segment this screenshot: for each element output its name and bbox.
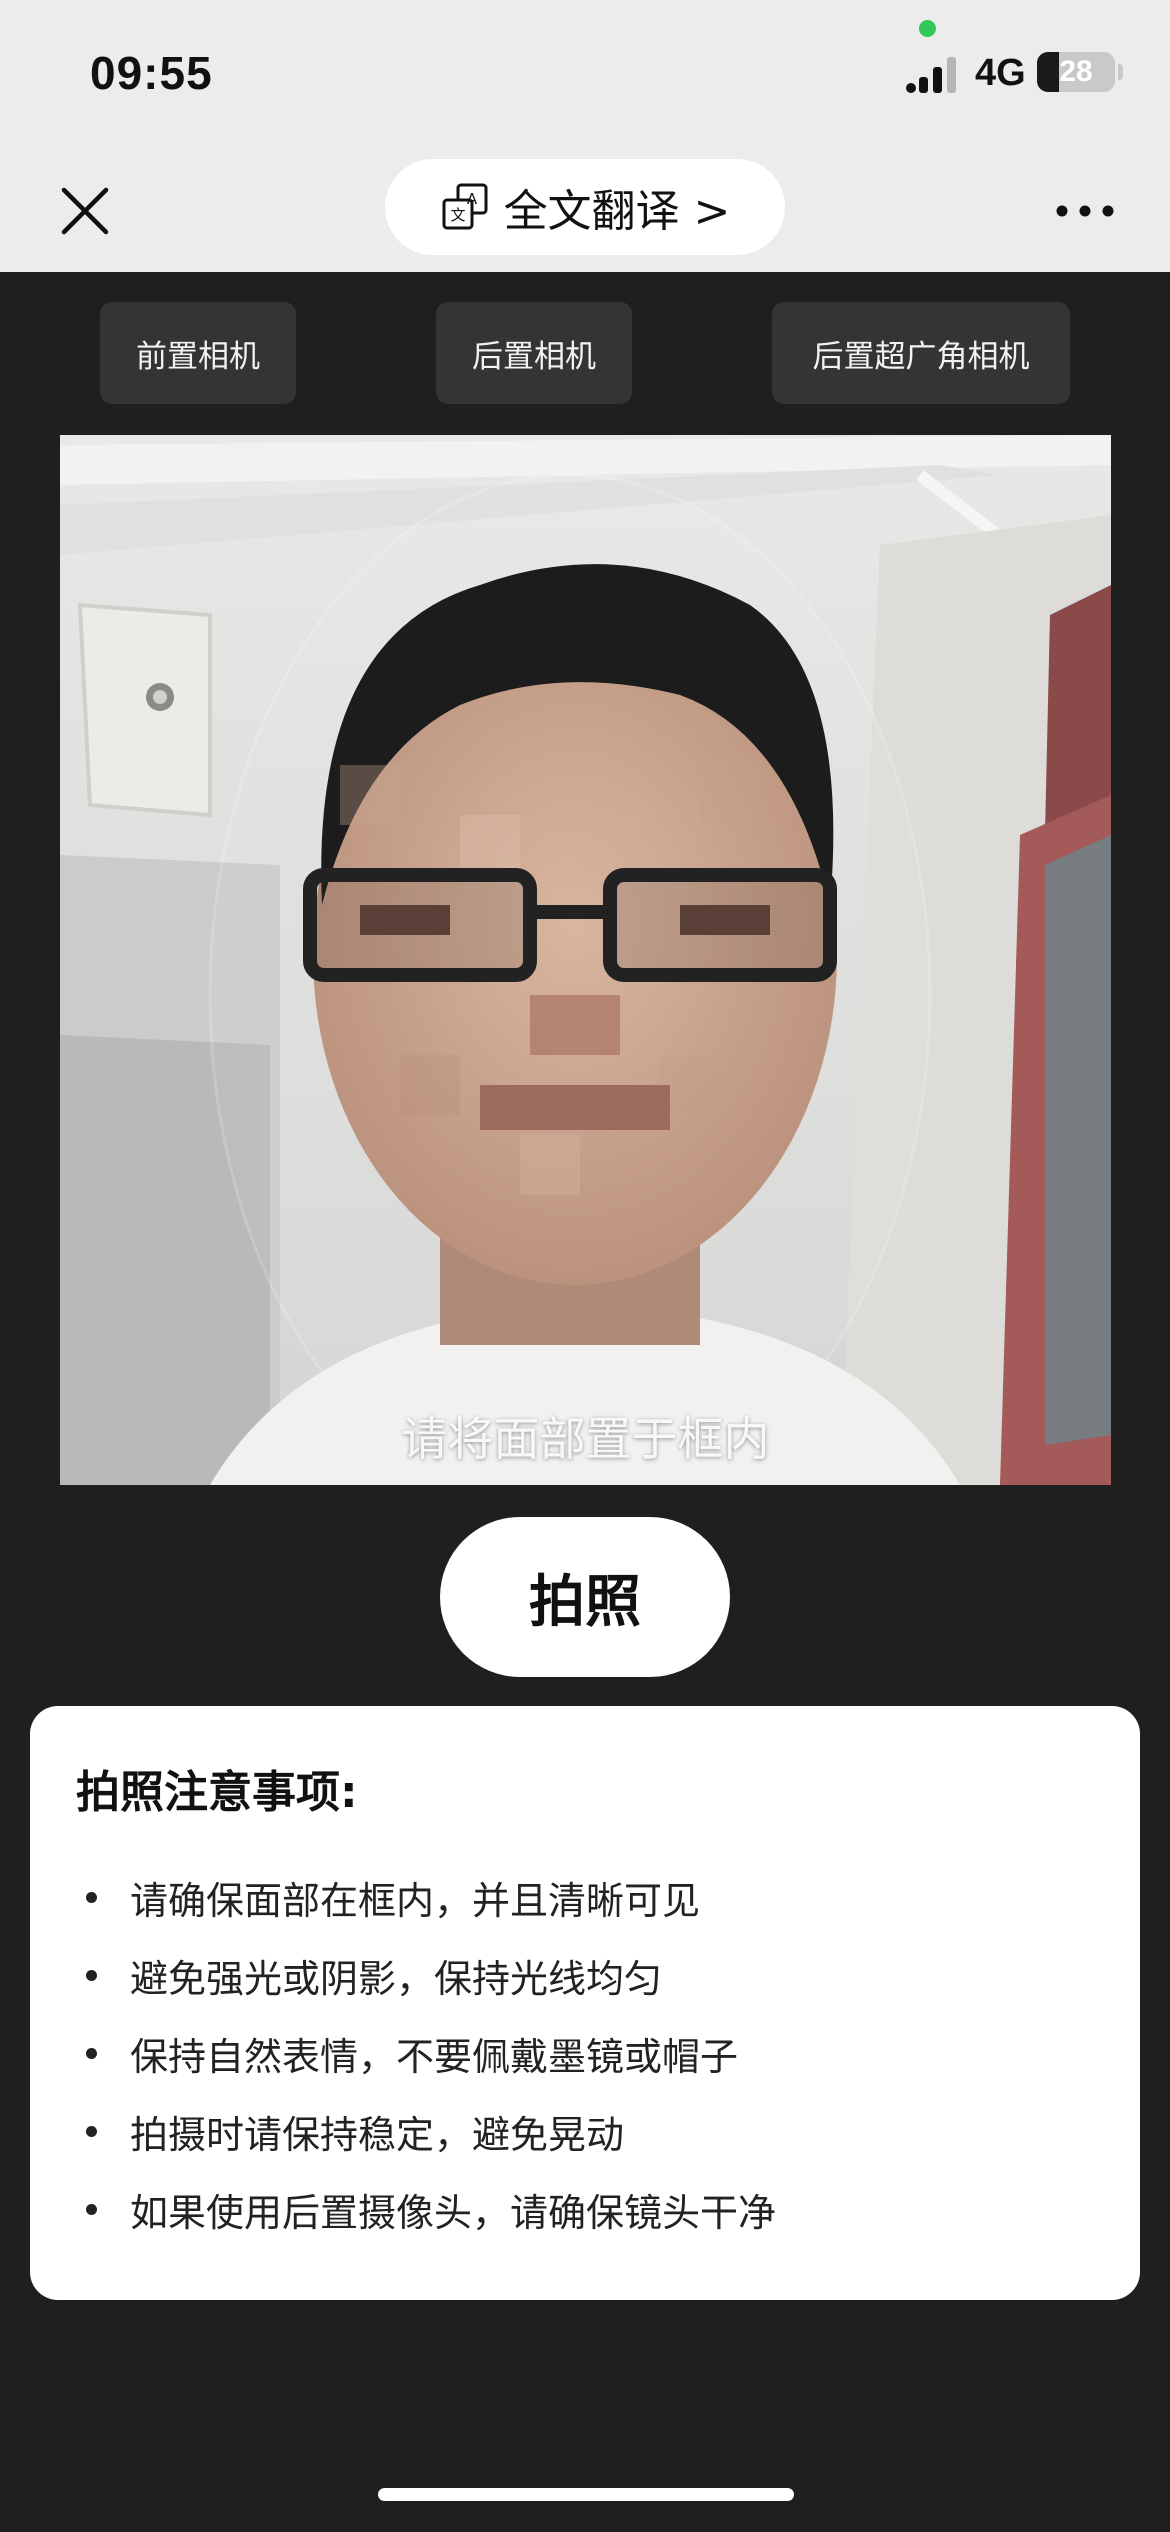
camera-feed-image <box>60 435 1111 1485</box>
translate-label: 全文翻译 > <box>503 186 731 237</box>
camera-preview: 请将面部置于框内 <box>60 435 1111 1485</box>
bullet-icon <box>86 1891 97 1903</box>
list-item: 保持自然表情，不要佩戴墨镜或帽子 <box>86 2014 776 2092</box>
rear-camera-button[interactable]: 后置相机 <box>436 302 632 404</box>
tip-text: 如果使用后置摄像头，请确保镜头干净 <box>130 2190 777 2235</box>
nav-bar: A 文 全文翻译 > <box>0 150 1170 272</box>
tips-list: 请确保面部在框内，并且清晰可见 避免强光或阴影，保持光线均匀 保持自然表情，不要… <box>86 1858 776 2248</box>
bullet-icon <box>86 1969 97 1981</box>
full-text-translate-button[interactable]: A 文 全文翻译 > <box>385 159 785 255</box>
bullet-icon <box>86 2203 97 2215</box>
more-button[interactable] <box>1050 176 1120 246</box>
network-type: 4G <box>975 52 1026 94</box>
bullet-icon <box>86 2047 97 2059</box>
rear-ultrawide-camera-button[interactable]: 后置超广角相机 <box>772 302 1070 404</box>
close-button[interactable] <box>50 176 120 246</box>
list-item: 如果使用后置摄像头，请确保镜头干净 <box>86 2170 776 2248</box>
battery-tip <box>1118 64 1123 80</box>
svg-text:文: 文 <box>450 206 465 224</box>
status-bar: 09:55 4G 28 <box>0 0 1170 150</box>
close-icon <box>61 187 109 235</box>
battery-level: 28 <box>1059 55 1093 88</box>
cellular-signal-icon <box>906 57 956 93</box>
home-indicator[interactable] <box>378 2488 794 2501</box>
list-item: 请确保面部在框内，并且清晰可见 <box>86 1858 776 1936</box>
bullet-icon <box>86 2125 97 2137</box>
face-frame-hint: 请将面部置于框内 <box>401 1412 770 1466</box>
list-item: 避免强光或阴影，保持光线均匀 <box>86 1936 776 2014</box>
battery-icon: 28 <box>1037 52 1115 92</box>
photo-tips-card: 拍照注意事项: 请确保面部在框内，并且清晰可见 避免强光或阴影，保持光线均匀 保… <box>30 1706 1140 2300</box>
list-item: 拍摄时请保持稳定，避免晃动 <box>86 2092 776 2170</box>
translate-icon: A 文 <box>442 183 488 230</box>
tips-title: 拍照注意事项: <box>76 1767 358 1818</box>
take-photo-button[interactable]: 拍照 <box>440 1517 730 1677</box>
front-camera-button[interactable]: 前置相机 <box>100 302 296 404</box>
svg-text:A: A <box>466 190 477 208</box>
tip-text: 请确保面部在框内，并且清晰可见 <box>130 1878 701 1923</box>
status-time: 09:55 <box>90 47 213 99</box>
tip-text: 拍摄时请保持稳定，避免晃动 <box>130 2112 625 2157</box>
more-dots-icon <box>1056 205 1114 217</box>
tip-text: 避免强光或阴影，保持光线均匀 <box>130 1956 663 2001</box>
privacy-indicator-icon <box>919 20 936 37</box>
tip-text: 保持自然表情，不要佩戴墨镜或帽子 <box>130 2034 739 2079</box>
